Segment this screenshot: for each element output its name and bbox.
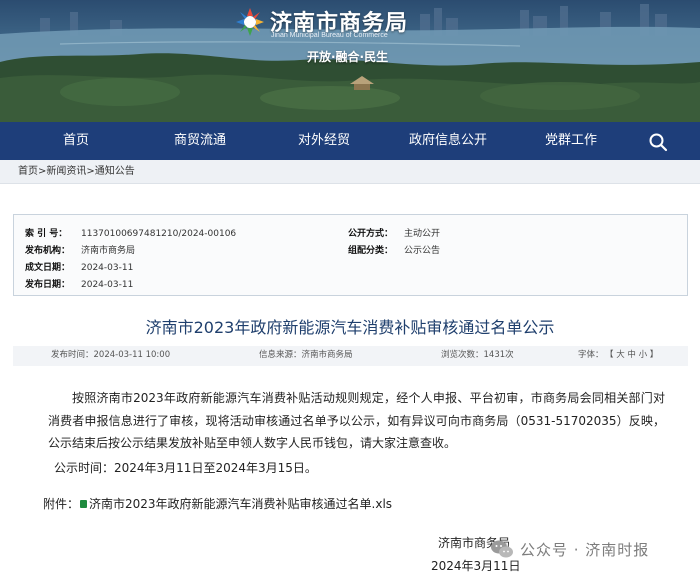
- breadcrumb-notice[interactable]: 通知公告: [95, 166, 135, 177]
- breadcrumb-separator: >: [86, 166, 95, 177]
- excel-file-icon: [80, 499, 88, 508]
- nav-item-home[interactable]: 首页: [63, 122, 89, 160]
- nav-item-commerce[interactable]: 商贸流通: [174, 122, 226, 160]
- header-banner: 济南市商务局 Jinan Municipal Bureau of Commerc…: [0, 0, 700, 122]
- nav-item-gov-info[interactable]: 政府信息公开: [409, 122, 487, 160]
- article-publish-time: 发布时间：2024-03-11 10:00: [51, 350, 171, 360]
- meta-publish-mode: 公开方式： 主动公开: [348, 227, 440, 241]
- article-views: 浏览次数：1431次: [441, 350, 514, 360]
- meta-index-value: 11370100697481210/2024-00106: [81, 229, 237, 239]
- attachment-row: 附件： 济南市2023年政府新能源汽车消费补贴审核通过名单.xls: [43, 495, 392, 512]
- watermark-text: 公众号 · 济南时报: [520, 541, 650, 559]
- font-size-switcher[interactable]: 【 大 中 小 】: [605, 346, 658, 364]
- article-source: 信息来源：济南市商务局: [259, 350, 353, 360]
- font-size-label: 字体：: [578, 350, 604, 360]
- breadcrumb: 首页>新闻资讯>通知公告: [0, 160, 700, 184]
- meta-category: 组配分类： 公示公告: [348, 244, 440, 258]
- attachment-link[interactable]: 济南市2023年政府新能源汽车消费补贴审核通过名单.xls: [89, 497, 392, 511]
- meta-created-date: 成文日期： 2024-03-11: [25, 261, 133, 275]
- meta-published-date: 发布日期： 2024-03-11: [25, 278, 133, 292]
- notice-period: 公示时间：2024年3月11日至2024年3月15日。: [54, 461, 317, 475]
- meta-category-value: 公示公告: [404, 246, 441, 256]
- meta-created-value: 2024-03-11: [81, 263, 134, 273]
- meta-publish-mode-label: 公开方式：: [348, 229, 394, 239]
- document-meta-box: 索 引 号： 11370100697481210/2024-00106 公开方式：…: [13, 214, 688, 296]
- meta-published-value: 2024-03-11: [81, 280, 134, 290]
- site-subtitle: Jinan Municipal Bureau of Commerce: [271, 32, 388, 39]
- logo-mark-icon: [236, 8, 264, 36]
- main-nav: 首页 商贸流通 对外经贸 政府信息公开 党群工作: [0, 122, 700, 160]
- nav-item-party[interactable]: 党群工作: [545, 122, 597, 160]
- wechat-icon: [491, 540, 513, 558]
- article-info-bar: 发布时间：2024-03-11 10:00 信息来源：济南市商务局 浏览次数：1…: [13, 346, 688, 366]
- meta-published-label: 发布日期：: [25, 280, 71, 290]
- article-body-paragraph: 按照济南市2023年政府新能源汽车消费补贴活动规则规定，经个人申报、平台初审，市…: [48, 391, 665, 450]
- meta-issuer-value: 济南市商务局: [81, 246, 136, 256]
- meta-category-label: 组配分类：: [348, 246, 394, 256]
- search-icon[interactable]: [648, 132, 668, 152]
- nav-item-foreign-trade[interactable]: 对外经贸: [298, 122, 350, 160]
- meta-issuer-label: 发布机构：: [25, 246, 71, 256]
- attachment-label: 附件：: [43, 497, 80, 511]
- breadcrumb-news[interactable]: 新闻资讯: [46, 166, 86, 177]
- meta-index-label: 索 引 号：: [25, 229, 68, 239]
- site-slogan: 开放·融合·民生: [307, 50, 389, 64]
- breadcrumb-home[interactable]: 首页: [18, 166, 38, 177]
- site-logo[interactable]: 济南市商务局 Jinan Municipal Bureau of Commerc…: [234, 4, 474, 44]
- meta-publish-mode-value: 主动公开: [404, 229, 441, 239]
- meta-created-label: 成文日期：: [25, 263, 71, 273]
- article-title: 济南市2023年政府新能源汽车消费补贴审核通过名单公示: [145, 318, 555, 337]
- meta-issuer: 发布机构： 济南市商务局: [25, 244, 135, 258]
- meta-index: 索 引 号： 11370100697481210/2024-00106: [25, 227, 236, 241]
